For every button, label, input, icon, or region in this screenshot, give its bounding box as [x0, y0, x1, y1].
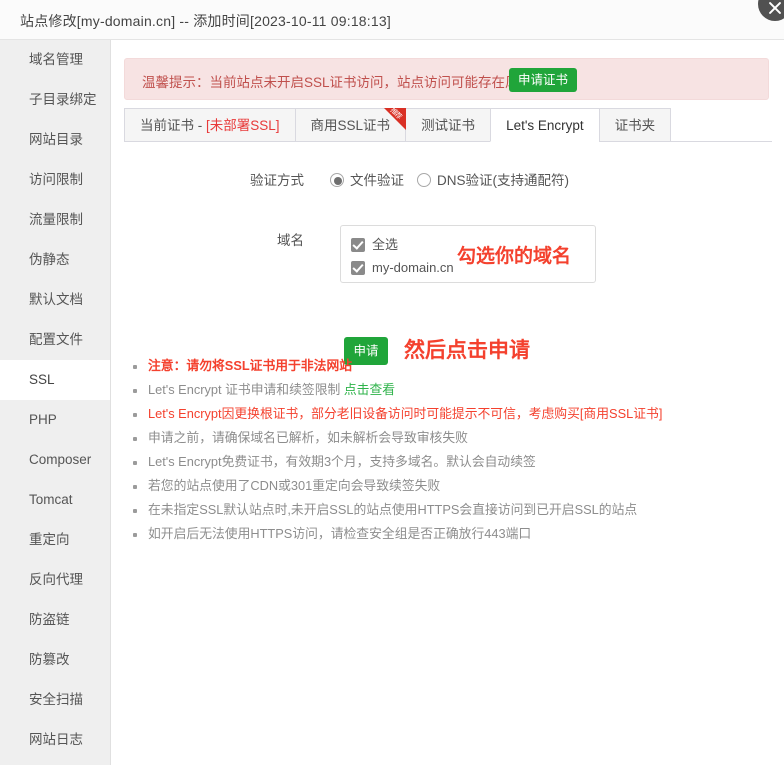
sidebar-item-3[interactable]: 访问限制 — [0, 160, 110, 200]
sidebar-item-label: 配置文件 — [29, 332, 83, 347]
sidebar-item-label: Composer — [29, 452, 92, 467]
sidebar-item-13[interactable]: 反向代理 — [0, 560, 110, 600]
sidebar-item-label: Tomcat — [29, 492, 73, 507]
sidebar-item-label: 访问限制 — [29, 172, 83, 187]
sidebar-item-label: 安全扫描 — [29, 692, 83, 707]
list-item: Let's Encrypt免费证书，有效期3个月，支持多域名。默认会自动续签 — [126, 450, 771, 474]
radio-dns-verify[interactable]: DNS验证(支持通配符) — [417, 169, 569, 189]
sidebar-item-label: 网站目录 — [29, 132, 83, 147]
sidebar-item-label: 防篡改 — [29, 652, 70, 667]
ssl-info-list: 注意：请勿将SSL证书用于非法网站 Let's Encrypt 证书申请和续签限制… — [126, 354, 771, 546]
annotation-select-domain: 勾选你的域名 — [457, 246, 572, 267]
sidebar-item-14[interactable]: 防盗链 — [0, 600, 110, 640]
settings-sidebar[interactable]: 域名管理子目录绑定网站目录访问限制流量限制伪静态默认文档配置文件 SSL PHP Co… — [0, 40, 111, 765]
sidebar-item-label: PHP — [29, 412, 57, 427]
list-item: Let's Encrypt 证书申请和续签限制 点击查看 — [126, 378, 771, 402]
list-item: Let's Encrypt因更换根证书，部分老旧设备访问时可能提示不可信，考虑购… — [126, 402, 771, 426]
apply-certificate-banner-button[interactable]: 申请证书 — [509, 68, 578, 92]
sidebar-item-9[interactable]: PHP — [0, 400, 110, 440]
sidebar-item-11[interactable]: Tomcat — [0, 480, 110, 520]
list-item-text: Let's Encrypt 证书申请和续签限制 — [148, 382, 344, 397]
verify-method-label: 验证方式 — [250, 173, 304, 188]
list-item: 若您的站点使用了CDN或301重定向会导致续签失败 — [126, 474, 771, 498]
sidebar-item-12[interactable]: 重定向 — [0, 520, 110, 560]
tab-label: 当前证书 - — [140, 118, 206, 133]
dialog-title: 站点修改[my-domain.cn] -- 添加时间[2023-10-11 09… — [20, 13, 391, 29]
sidebar-item-8[interactable]: SSL — [0, 360, 110, 400]
radio-file-verify-label: 文件验证 — [350, 173, 404, 188]
list-item: 注意：请勿将SSL证书用于非法网站 — [126, 354, 771, 378]
verify-method-row: 验证方式 文件验证 DNS验证(支持通配符) — [112, 165, 772, 189]
list-item-text: 若您的站点使用了CDN或301重定向会导致续签失败 — [148, 478, 441, 493]
ssl-warning-text: 温馨提示：当前站点未开启SSL证书访问，站点访问可能存在风险。 — [142, 75, 546, 90]
sidebar-item-label: SSL — [29, 372, 55, 387]
radio-file-verify[interactable]: 文件验证 — [330, 169, 404, 189]
checkbox-domain-box — [351, 261, 365, 275]
list-item-text: Let's Encrypt因更换根证书，部分老旧设备访问时可能提示不可信，考虑购… — [148, 406, 663, 421]
dialog-titlebar: 站点修改[my-domain.cn] -- 添加时间[2023-10-11 09… — [0, 0, 784, 40]
sidebar-item-label: 防盗链 — [29, 612, 70, 627]
sidebar-item-15[interactable]: 防篡改 — [0, 640, 110, 680]
sidebar-item-label: 流量限制 — [29, 212, 83, 227]
sidebar-item-label: 网站日志 — [29, 732, 83, 747]
settings-content: 温馨提示：当前站点未开启SSL证书访问，站点访问可能存在风险。 申请证书 当前证… — [112, 40, 784, 765]
tab-warning-label: [未部署SSL] — [206, 118, 280, 133]
sidebar-item-label: 伪静态 — [29, 252, 70, 267]
checkbox-select-all-box — [351, 238, 365, 252]
list-item: 如开启后无法使用HTTPS访问，请检查安全组是否正确放行443端口 — [126, 522, 771, 546]
tab-label: 商用SSL证书 — [310, 118, 391, 133]
list-item-text: 注意：请勿将SSL证书用于非法网站 — [148, 358, 353, 373]
tab-1[interactable]: 商用SSL证书 推荐 — [294, 107, 407, 142]
tab-ribbon-label: 推荐 — [388, 106, 403, 121]
sidebar-item-label: 子目录绑定 — [29, 92, 97, 107]
sidebar-item-7[interactable]: 配置文件 — [0, 320, 110, 360]
checkbox-domain-label: my-domain.cn — [372, 260, 454, 275]
sidebar-item-label: 反向代理 — [29, 572, 83, 587]
radio-dns-verify-label: DNS验证(支持通配符) — [437, 173, 569, 188]
tab-label: 证书夹 — [614, 118, 656, 133]
sidebar-item-label: 默认文档 — [29, 292, 83, 307]
sidebar-item-16[interactable]: 安全扫描 — [0, 680, 110, 720]
list-item-text: 如开启后无法使用HTTPS访问，请检查安全组是否正确放行443端口 — [148, 526, 532, 541]
tab-ribbon-icon: 推荐 — [384, 107, 407, 130]
sidebar-item-4[interactable]: 流量限制 — [0, 200, 110, 240]
radio-file-verify-indicator — [330, 173, 344, 187]
tab-label: 测试证书 — [421, 118, 476, 133]
list-item: 在未指定SSL默认站点时,未开启SSL的站点使用HTTPS会直接访问到已开启SS… — [126, 498, 771, 522]
tab-underline — [124, 141, 772, 142]
list-item-link[interactable]: 点击查看 — [344, 382, 395, 397]
tab-0[interactable]: 当前证书 - [未部署SSL] — [124, 108, 295, 142]
list-item-text: 在未指定SSL默认站点时,未开启SSL的站点使用HTTPS会直接访问到已开启SS… — [148, 502, 638, 517]
sidebar-item-1[interactable]: 子目录绑定 — [0, 80, 110, 120]
ssl-tab-bar[interactable]: 当前证书 - [未部署SSL] 商用SSL证书 推荐 测试证书 Let's Encryp… — [124, 107, 772, 142]
sidebar-item-label: 域名管理 — [29, 52, 83, 67]
list-item-text: 申请之前，请确保域名已解析，如未解析会导致审核失败 — [148, 430, 468, 445]
list-item: 申请之前，请确保域名已解析，如未解析会导致审核失败 — [126, 426, 771, 450]
sidebar-item-10[interactable]: Composer — [0, 440, 110, 480]
ssl-warning-banner: 温馨提示：当前站点未开启SSL证书访问，站点访问可能存在风险。 申请证书 — [124, 58, 769, 100]
checkbox-domain[interactable]: my-domain.cn — [351, 260, 454, 275]
tab-label: Let's Encrypt — [506, 118, 584, 133]
tab-2[interactable]: 测试证书 — [405, 108, 491, 142]
sidebar-item-2[interactable]: 网站目录 — [0, 120, 110, 160]
sidebar-item-0[interactable]: 域名管理 — [0, 40, 110, 80]
site-edit-dialog: 站点修改[my-domain.cn] -- 添加时间[2023-10-11 09… — [0, 0, 784, 765]
list-item-text: Let's Encrypt免费证书，有效期3个月，支持多域名。默认会自动续签 — [148, 454, 536, 469]
tab-3[interactable]: Let's Encrypt — [490, 108, 599, 142]
sidebar-item-6[interactable]: 默认文档 — [0, 280, 110, 320]
checkbox-select-all[interactable]: 全选 — [351, 234, 398, 253]
tab-4[interactable]: 证书夹 — [598, 108, 672, 142]
sidebar-item-label: 重定向 — [29, 532, 70, 547]
domain-label: 域名 — [277, 233, 304, 248]
sidebar-item-5[interactable]: 伪静态 — [0, 240, 110, 280]
radio-dns-verify-indicator — [417, 173, 431, 187]
checkbox-select-all-label: 全选 — [372, 237, 399, 252]
sidebar-item-17[interactable]: 网站日志 — [0, 720, 110, 760]
